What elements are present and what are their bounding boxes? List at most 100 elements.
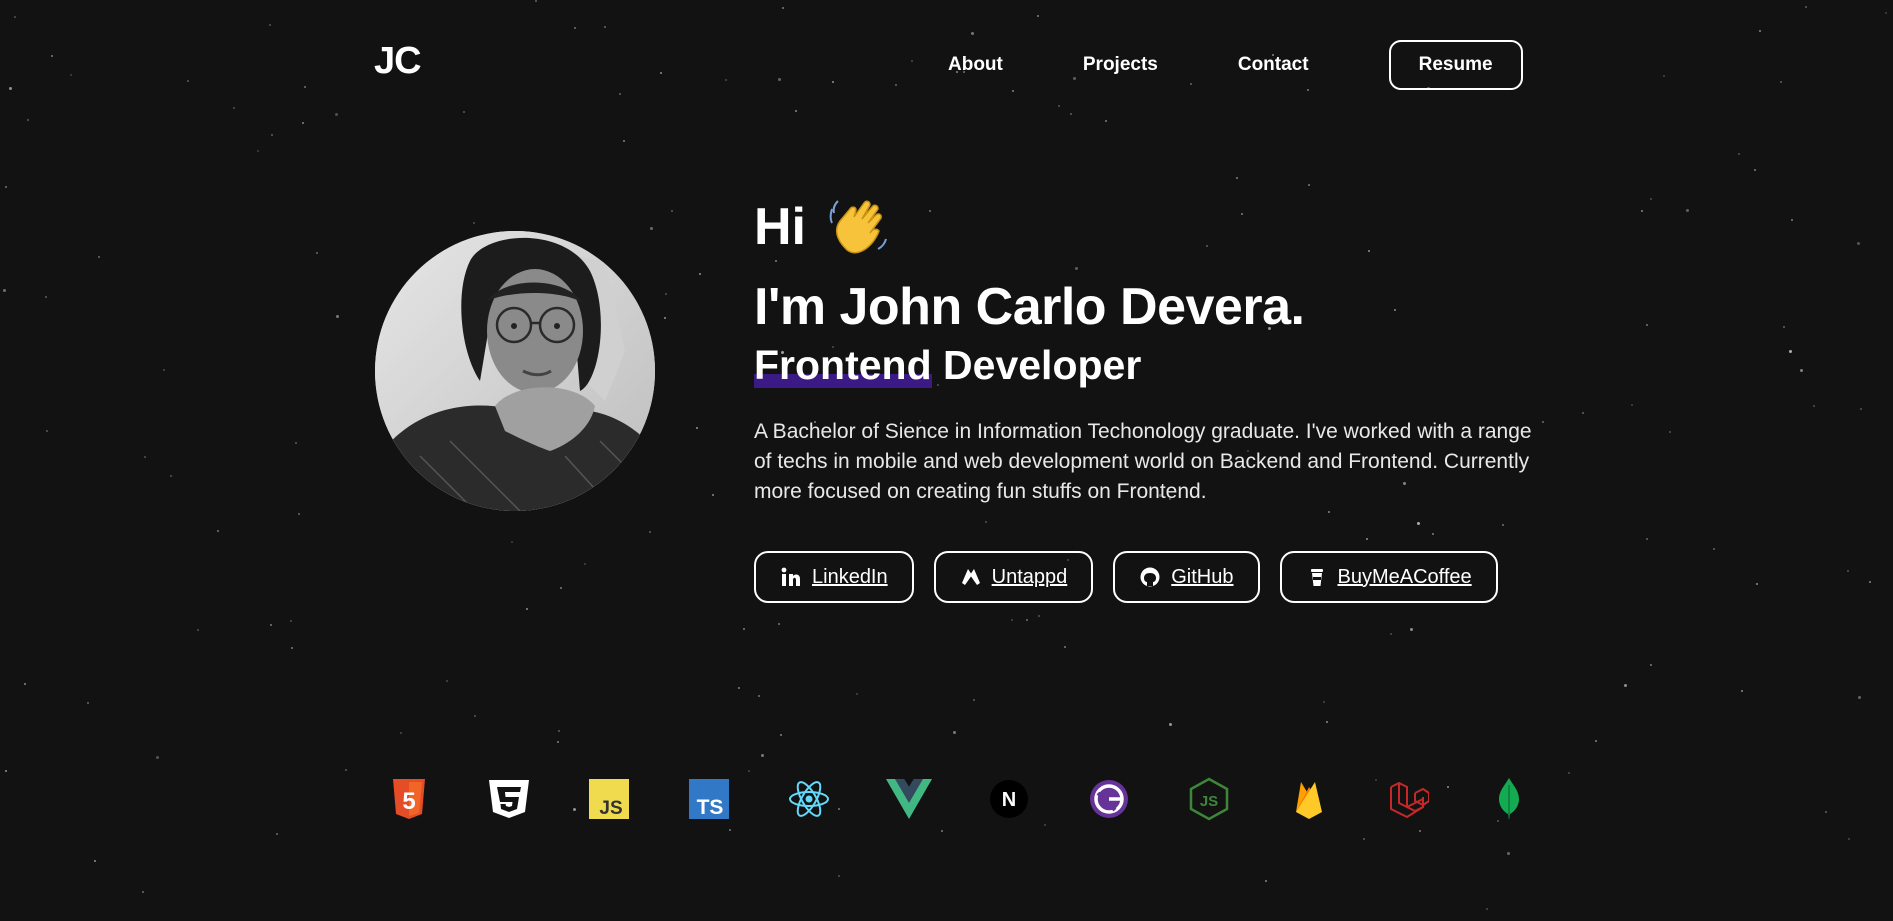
star-dot — [729, 829, 731, 831]
star-dot — [98, 256, 100, 258]
linkedin-button[interactable]: LinkedIn — [754, 551, 914, 603]
coffee-cup-icon — [1306, 566, 1328, 588]
star-dot — [45, 296, 47, 298]
star-dot — [623, 140, 625, 142]
star-dot — [1800, 369, 1803, 372]
star-dot — [217, 530, 219, 532]
star-dot — [1265, 880, 1267, 882]
star-dot — [758, 695, 760, 697]
star-dot — [1738, 153, 1740, 155]
linkedin-label: LinkedIn — [812, 565, 888, 588]
star-dot — [1756, 583, 1758, 585]
greeting: Hi — [754, 195, 1534, 259]
hero-description: A Bachelor of Sience in Information Tech… — [754, 420, 1532, 503]
star-dot — [24, 683, 26, 685]
star-dot — [664, 317, 666, 319]
star-dot — [1582, 412, 1584, 414]
star-dot — [856, 693, 858, 695]
star-dot — [1869, 581, 1871, 583]
star-dot — [1847, 570, 1849, 572]
star-dot — [761, 754, 764, 757]
star-dot — [1783, 326, 1785, 328]
star-dot — [535, 0, 537, 2]
buymeacoffee-button[interactable]: BuyMeACoffee — [1279, 551, 1498, 603]
typescript-icon: TS — [686, 776, 732, 822]
star-dot — [1419, 830, 1421, 832]
star-dot — [276, 833, 278, 835]
star-dot — [712, 494, 714, 496]
star-dot — [270, 624, 272, 626]
css3-icon — [486, 776, 532, 822]
star-dot — [1631, 404, 1633, 406]
github-button[interactable]: GitHub — [1113, 551, 1260, 603]
star-dot — [290, 620, 292, 622]
resume-button[interactable]: Resume — [1388, 39, 1523, 90]
star-dot — [170, 475, 172, 477]
star-dot — [1759, 30, 1761, 32]
star-dot — [1058, 105, 1060, 107]
nextjs-icon: N — [986, 776, 1032, 822]
untappd-label: Untappd — [991, 565, 1068, 588]
tech-stack-icons: 5 JS TS N JS — [386, 776, 1519, 824]
laravel-icon — [1386, 776, 1432, 822]
firebase-icon — [1286, 776, 1332, 822]
linkedin-icon — [780, 566, 802, 588]
star-dot — [257, 150, 259, 152]
star-dot — [895, 84, 897, 86]
waving-hand-icon — [826, 195, 890, 259]
role-rest: Developer — [931, 342, 1142, 388]
star-dot — [94, 860, 96, 862]
star-dot — [574, 27, 576, 29]
star-dot — [70, 74, 72, 76]
star-dot — [560, 587, 562, 589]
github-icon — [1139, 566, 1161, 588]
star-dot — [511, 541, 513, 543]
site-logo[interactable]: JC — [374, 40, 422, 83]
star-dot — [953, 731, 956, 734]
nav-link-about[interactable]: About — [948, 38, 1003, 91]
star-dot — [1663, 75, 1665, 77]
untappd-button[interactable]: Untappd — [933, 551, 1094, 603]
star-dot — [973, 699, 975, 701]
star-dot — [400, 732, 402, 734]
star-dot — [335, 113, 338, 116]
star-dot — [144, 456, 146, 458]
star-dot — [696, 427, 698, 429]
star-dot — [14, 16, 16, 18]
html5-icon: 5 — [386, 776, 432, 822]
star-dot — [156, 756, 159, 759]
star-dot — [1037, 15, 1039, 17]
nav-link-contact[interactable]: Contact — [1238, 38, 1309, 91]
star-dot — [1169, 723, 1172, 726]
profile-photo — [375, 231, 655, 511]
star-dot — [463, 111, 465, 113]
star-dot — [1064, 646, 1066, 648]
star-dot — [1326, 721, 1328, 723]
star-dot — [1780, 81, 1782, 83]
star-dot — [27, 119, 29, 121]
star-dot — [748, 770, 750, 772]
star-dot — [660, 72, 662, 74]
star-dot — [5, 770, 7, 772]
svg-text:5: 5 — [402, 788, 415, 815]
star-dot — [269, 24, 271, 26]
mongodb-icon — [1486, 776, 1532, 822]
star-dot — [291, 647, 293, 649]
star-dot — [971, 32, 974, 35]
gatsby-icon — [1086, 776, 1132, 822]
nav-link-projects[interactable]: Projects — [1083, 38, 1158, 91]
buymeacoffee-label: BuyMeACoffee — [1337, 565, 1472, 588]
star-dot — [473, 222, 475, 224]
star-dot — [650, 227, 653, 230]
star-dot — [1650, 664, 1652, 666]
star-dot — [3, 289, 6, 292]
star-dot — [1323, 701, 1325, 703]
star-dot — [778, 78, 781, 81]
star-dot — [1713, 548, 1715, 550]
star-dot — [1595, 740, 1597, 742]
star-dot — [46, 430, 48, 432]
star-dot — [780, 734, 782, 736]
star-dot — [526, 608, 528, 610]
star-dot — [1641, 210, 1643, 212]
star-dot — [795, 110, 797, 112]
